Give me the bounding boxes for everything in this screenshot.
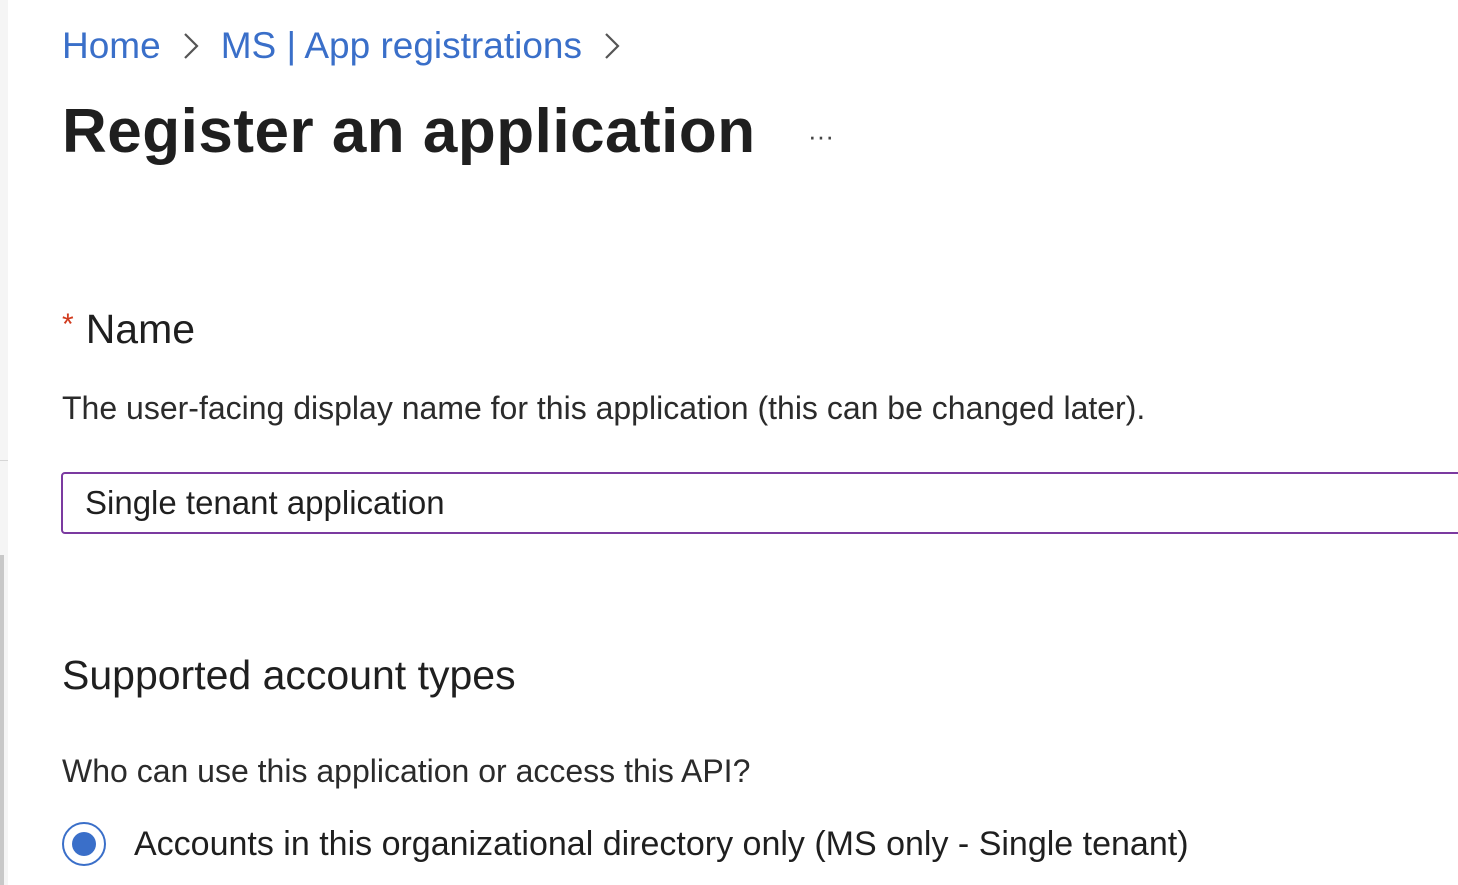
left-rail [0,0,8,885]
rail-divider [0,460,8,461]
required-marker: * [62,308,74,341]
breadcrumb-app-registrations-link[interactable]: MS | App registrations [221,25,582,67]
chevron-right-icon [177,22,205,70]
account-types-question: Who can use this application or access t… [62,753,751,789]
breadcrumb-home-link[interactable]: Home [62,25,161,67]
radio-selected-icon[interactable] [62,822,106,866]
supported-account-types-title: Supported account types [62,652,516,698]
name-field-description: The user-facing display name for this ap… [62,390,1146,426]
scrollbar[interactable] [0,555,4,885]
radio-single-tenant-label: Accounts in this organizational director… [134,824,1189,863]
radio-single-tenant[interactable]: Accounts in this organizational director… [62,822,1189,866]
radio-dot [72,832,96,856]
page-title: Register an application [62,97,756,166]
name-label-text: Name [85,306,196,352]
more-icon[interactable]: ··· [798,118,844,154]
name-field-label: * Name [62,306,195,353]
name-input[interactable] [61,472,1458,534]
breadcrumb: Home MS | App registrations [62,22,642,70]
chevron-right-icon [598,22,626,70]
